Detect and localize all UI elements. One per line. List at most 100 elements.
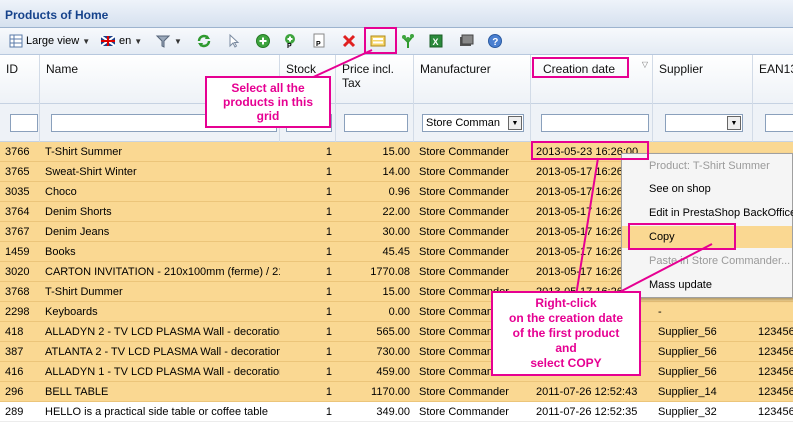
- cell-price[interactable]: 15.00: [336, 142, 414, 161]
- menu-item-paste[interactable]: Paste in Store Commander...: [622, 250, 792, 272]
- cell-supplier[interactable]: Supplier_14: [653, 382, 753, 401]
- cell-stock[interactable]: 1: [280, 302, 336, 321]
- cell-date[interactable]: 2011-07-26 12:52:43: [531, 382, 653, 401]
- table-row[interactable]: 289 HELLO is a practical side table or co…: [0, 402, 793, 422]
- cell-stock[interactable]: 1: [280, 362, 336, 381]
- table-row[interactable]: 2298Keyboards10.00Store Commander2013-05…: [0, 302, 793, 322]
- cell-name[interactable]: T-Shirt Dummer: [40, 282, 280, 301]
- cell-name[interactable]: Keyboards: [40, 302, 280, 321]
- cell-name[interactable]: CARTON INVITATION - 210x100mm (ferme) / …: [40, 262, 280, 281]
- cell-supplier[interactable]: Supplier_56: [653, 362, 753, 381]
- cell-id[interactable]: 289: [0, 402, 40, 421]
- manufacturer-filter-select[interactable]: Store Comman ▼: [422, 114, 524, 132]
- cell-name[interactable]: Choco: [40, 182, 280, 201]
- cell-supplier[interactable]: Supplier_32: [653, 402, 753, 421]
- cell-price[interactable]: 459.00: [336, 362, 414, 381]
- cell-manufacturer[interactable]: Store Commander: [414, 142, 531, 161]
- cell-name[interactable]: ALLADYN 1 - TV LCD PLASMA Wall - decorat…: [40, 362, 280, 381]
- id-filter-input[interactable]: [10, 114, 38, 132]
- cell-ean[interactable]: 123456: [753, 322, 793, 341]
- cell-ean[interactable]: [753, 302, 793, 321]
- cell-id[interactable]: 3768: [0, 282, 40, 301]
- cell-price[interactable]: 0.00: [336, 302, 414, 321]
- menu-item-edit-backoffice[interactable]: Edit in PrestaShop BackOffice: [622, 202, 793, 224]
- cell-ean[interactable]: 123456: [753, 382, 793, 401]
- excel-export-button[interactable]: X: [428, 32, 444, 50]
- cell-manufacturer[interactable]: Store Commander: [414, 202, 531, 221]
- cell-stock[interactable]: 1: [280, 262, 336, 281]
- cell-name[interactable]: Sweat-Shirt Winter: [40, 162, 280, 181]
- cell-price[interactable]: 45.45: [336, 242, 414, 261]
- cell-name[interactable]: HELLO is a practical side table or coffe…: [40, 402, 280, 421]
- view-selector[interactable]: Large view ▼: [8, 32, 90, 50]
- creation-date-filter-input[interactable]: [541, 114, 649, 132]
- cell-manufacturer[interactable]: Store Commander: [414, 242, 531, 261]
- cell-price[interactable]: 1770.08: [336, 262, 414, 281]
- column-header-manufacturer[interactable]: Manufacturer: [414, 55, 531, 104]
- refresh-button[interactable]: [196, 32, 212, 50]
- cell-ean[interactable]: 123456: [753, 402, 793, 421]
- cell-id[interactable]: 1459: [0, 242, 40, 261]
- cell-id[interactable]: 3765: [0, 162, 40, 181]
- cell-stock[interactable]: 1: [280, 382, 336, 401]
- cell-supplier[interactable]: Supplier_56: [653, 322, 753, 341]
- cell-price[interactable]: 1170.00: [336, 382, 414, 401]
- cell-id[interactable]: 2298: [0, 302, 40, 321]
- select-button[interactable]: [226, 32, 242, 50]
- cell-name[interactable]: ATLANTA 2 - TV LCD PLASMA Wall - decorat…: [40, 342, 280, 361]
- tree-button[interactable]: [400, 32, 416, 50]
- cell-name[interactable]: Denim Jeans: [40, 222, 280, 241]
- cell-manufacturer[interactable]: Store Commander: [414, 162, 531, 181]
- table-row[interactable]: 296 BELL TABLE 1 1170.00 Store Commander 2011…: [0, 382, 793, 402]
- table-row[interactable]: 416 ALLADYN 1 - TV LCD PLASMA Wall - deco…: [0, 362, 793, 382]
- cell-stock[interactable]: 1: [280, 162, 336, 181]
- cell-manufacturer[interactable]: Store Commander: [414, 262, 531, 281]
- cell-id[interactable]: 418: [0, 322, 40, 341]
- cell-price[interactable]: 22.00: [336, 202, 414, 221]
- cell-price[interactable]: 14.00: [336, 162, 414, 181]
- cell-stock[interactable]: 1: [280, 322, 336, 341]
- cell-ean[interactable]: 123456: [753, 362, 793, 381]
- cell-price[interactable]: 30.00: [336, 222, 414, 241]
- cell-name[interactable]: ALLADYN 2 - TV LCD PLASMA Wall - decorat…: [40, 322, 280, 341]
- column-header-ean13[interactable]: EAN13: [753, 55, 793, 104]
- cell-manufacturer[interactable]: Store Commander: [414, 402, 531, 421]
- cell-price[interactable]: 349.00: [336, 402, 414, 421]
- cell-stock[interactable]: 1: [280, 222, 336, 241]
- menu-item-see-on-shop[interactable]: See on shop: [622, 178, 792, 200]
- cell-price[interactable]: 565.00: [336, 322, 414, 341]
- cell-id[interactable]: 3767: [0, 222, 40, 241]
- supplier-filter-select[interactable]: ▼: [665, 114, 743, 132]
- cell-supplier[interactable]: Supplier_56: [653, 342, 753, 361]
- panels-button[interactable]: [458, 32, 474, 50]
- ean13-filter-input[interactable]: [765, 114, 793, 132]
- cell-id[interactable]: 3766: [0, 142, 40, 161]
- menu-item-mass-update[interactable]: Mass update: [622, 274, 792, 296]
- export-button[interactable]: P: [311, 32, 327, 50]
- cell-stock[interactable]: 1: [280, 142, 336, 161]
- add-product-button[interactable]: [255, 32, 271, 50]
- cell-supplier[interactable]: -: [653, 302, 753, 321]
- table-row[interactable]: 418 ALLADYN 2 - TV LCD PLASMA Wall - deco…: [0, 322, 793, 342]
- cell-id[interactable]: 296: [0, 382, 40, 401]
- cell-manufacturer[interactable]: Store Commander: [414, 182, 531, 201]
- cell-stock[interactable]: 1: [280, 242, 336, 261]
- cell-name[interactable]: Books: [40, 242, 280, 261]
- cell-name[interactable]: Denim Shorts: [40, 202, 280, 221]
- cell-id[interactable]: 3035: [0, 182, 40, 201]
- cell-stock[interactable]: 1: [280, 182, 336, 201]
- delete-button[interactable]: [341, 32, 357, 50]
- price-filter-input[interactable]: [344, 114, 408, 132]
- cell-name[interactable]: BELL TABLE: [40, 382, 280, 401]
- cell-manufacturer[interactable]: Store Commander: [414, 382, 531, 401]
- duplicate-button[interactable]: P: [282, 32, 298, 50]
- cell-stock[interactable]: 1: [280, 402, 336, 421]
- cell-price[interactable]: 0.96: [336, 182, 414, 201]
- cell-id[interactable]: 3020: [0, 262, 40, 281]
- table-row[interactable]: 387 ATLANTA 2 - TV LCD PLASMA Wall - deco…: [0, 342, 793, 362]
- cell-name[interactable]: T-Shirt Summer: [40, 142, 280, 161]
- cell-date[interactable]: 2011-07-26 12:52:35: [531, 402, 653, 421]
- cell-price[interactable]: 15.00: [336, 282, 414, 301]
- cell-id[interactable]: 387: [0, 342, 40, 361]
- column-header-supplier[interactable]: Supplier: [653, 55, 753, 104]
